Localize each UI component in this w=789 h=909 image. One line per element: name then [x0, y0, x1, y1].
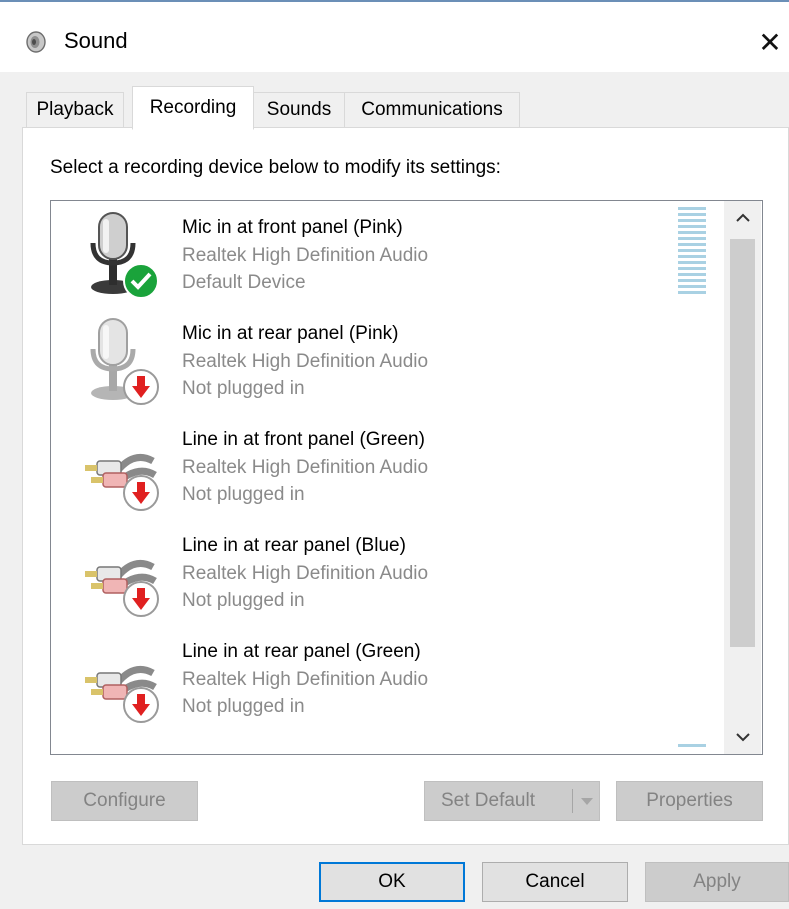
- meter-bar: [678, 279, 706, 282]
- cancel-button[interactable]: Cancel: [482, 862, 628, 902]
- close-button[interactable]: ✕: [752, 22, 788, 62]
- not-plugged-badge: [123, 475, 159, 511]
- dropdown-arrow-icon[interactable]: [576, 788, 598, 814]
- meter-bar: [678, 255, 706, 258]
- properties-button[interactable]: Properties: [616, 781, 763, 821]
- chevron-down-icon: [735, 733, 750, 742]
- not-plugged-badge: [123, 581, 159, 617]
- tab-label: Communications: [361, 99, 503, 120]
- meter-bar: [678, 213, 706, 216]
- not-plugged-badge: [123, 369, 159, 405]
- meter-bar: [678, 231, 706, 234]
- device-name: Line in at rear panel (Blue): [182, 535, 406, 556]
- chevron-up-icon: [735, 213, 750, 222]
- meter-bar: [678, 249, 706, 252]
- speaker-icon: [26, 31, 46, 53]
- meter-bar: [678, 219, 706, 222]
- device-item[interactable]: Line in at rear panel (Blue) Realtek Hig…: [51, 519, 671, 625]
- not-plugged-badge: [123, 687, 159, 723]
- tab-label: Playback: [36, 99, 114, 120]
- device-driver: Realtek High Definition Audio: [182, 457, 429, 478]
- device-item[interactable]: Line in at rear panel (Green) Realtek Hi…: [51, 625, 671, 731]
- level-meter-partial: [678, 744, 706, 747]
- device-list[interactable]: Mic in at front panel (Pink) Realtek Hig…: [50, 200, 763, 755]
- tab-label: Recording: [149, 97, 237, 118]
- device-status: Default Device: [182, 272, 306, 293]
- apply-button[interactable]: Apply: [645, 862, 789, 902]
- device-item[interactable]: Mic in at rear panel (Pink) Realtek High…: [51, 307, 671, 413]
- device-driver: Realtek High Definition Audio: [182, 563, 429, 584]
- meter-bar: [678, 225, 706, 228]
- meter-bar: [678, 261, 706, 264]
- scroll-up-button[interactable]: [724, 201, 761, 235]
- instruction-text: Select a recording device below to modif…: [50, 157, 501, 178]
- scroll-thumb[interactable]: [730, 239, 755, 647]
- window-title: Sound: [64, 28, 128, 53]
- configure-button[interactable]: Configure: [51, 781, 198, 821]
- meter-bar: [678, 267, 706, 270]
- close-icon: ✕: [758, 26, 782, 58]
- meter-bar: [678, 207, 706, 210]
- device-name: Mic in at rear panel (Pink): [182, 323, 399, 344]
- device-status: Not plugged in: [182, 378, 305, 399]
- meter-bar: [678, 237, 706, 240]
- device-status: Not plugged in: [182, 696, 305, 717]
- meter-bar: [678, 243, 706, 246]
- device-item[interactable]: Mic in at front panel (Pink) Realtek Hig…: [51, 201, 671, 307]
- tab-strip: Playback Recording Sounds Communications: [0, 86, 789, 130]
- device-status: Not plugged in: [182, 590, 305, 611]
- default-check-badge: [123, 263, 159, 299]
- tab-communications[interactable]: Communications: [344, 92, 520, 127]
- device-item[interactable]: Line in at front panel (Green) Realtek H…: [51, 413, 671, 519]
- tab-recording[interactable]: Recording: [132, 86, 254, 130]
- device-name: Mic in at front panel (Pink): [182, 217, 403, 238]
- split-divider: [572, 789, 573, 813]
- set-default-split-button[interactable]: Set Default: [424, 781, 600, 821]
- ok-button[interactable]: OK: [319, 862, 465, 902]
- meter-bar: [678, 273, 706, 276]
- tab-label: Sounds: [266, 99, 332, 120]
- device-driver: Realtek High Definition Audio: [182, 669, 429, 690]
- title-bar[interactable]: Sound ✕: [0, 2, 789, 72]
- set-default-label: Set Default: [441, 790, 535, 811]
- scroll-down-button[interactable]: [724, 720, 761, 754]
- device-status: Not plugged in: [182, 484, 305, 505]
- level-meter: [678, 207, 706, 297]
- device-driver: Realtek High Definition Audio: [182, 351, 429, 372]
- tab-playback[interactable]: Playback: [26, 92, 124, 127]
- meter-bar: [678, 291, 706, 294]
- meter-bar: [678, 285, 706, 288]
- recording-panel: Select a recording device below to modif…: [22, 127, 789, 845]
- device-name: Line in at rear panel (Green): [182, 641, 421, 662]
- device-name: Line in at front panel (Green): [182, 429, 425, 450]
- device-driver: Realtek High Definition Audio: [182, 245, 429, 266]
- vertical-scrollbar[interactable]: [724, 201, 761, 754]
- tab-sounds[interactable]: Sounds: [253, 92, 345, 127]
